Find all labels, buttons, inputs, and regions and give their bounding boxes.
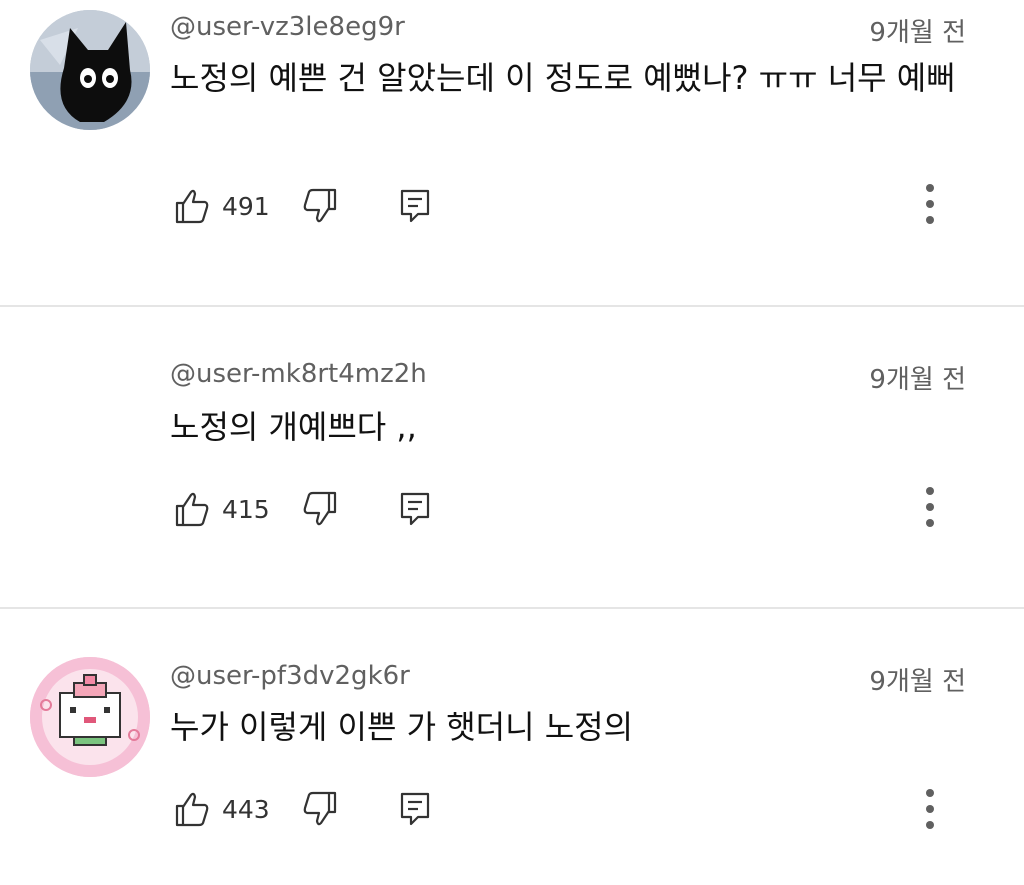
thumb-down-icon — [303, 491, 337, 526]
thumb-up-icon — [175, 189, 209, 224]
more-options-button[interactable] — [920, 182, 940, 226]
like-button[interactable] — [174, 789, 210, 829]
comment-text: 누가 이렇게 이쁜 가 햇더니 노정의 — [170, 708, 634, 746]
comment-thread: @user-pf3dv2gk6r 9개월 전 누가 이렇게 이쁜 가 햇더니 노… — [0, 609, 1024, 885]
reply-button[interactable] — [398, 489, 434, 529]
comment-time: 9개월 전 — [869, 365, 966, 395]
dislike-button[interactable] — [302, 789, 338, 829]
comment-actions: 415 — [170, 489, 970, 529]
comment-author[interactable]: @user-mk8rt4mz2h — [170, 359, 427, 389]
comment-time: 9개월 전 — [869, 667, 966, 697]
thumb-down-icon — [303, 188, 337, 223]
comment-time: 9개월 전 — [869, 18, 966, 48]
thumb-down-icon — [303, 791, 337, 826]
like-button[interactable] — [174, 489, 210, 529]
comment-thread: @user-mk8rt4mz2h 9개월 전 노정의 개예쁘다 ,, 415 — [0, 307, 1024, 607]
dislike-button[interactable] — [302, 186, 338, 226]
more-vert-icon — [926, 487, 934, 527]
reply-icon — [400, 189, 430, 223]
comment-text: 노정의 예쁜 건 알았는데 이 정도로 예뻤나? ㅠㅠ 너무 예뻐 — [170, 59, 956, 97]
reply-button[interactable] — [398, 789, 434, 829]
more-options-button[interactable] — [920, 485, 940, 529]
more-options-button[interactable] — [920, 787, 940, 831]
black-cat-avatar-icon — [30, 10, 150, 130]
more-vert-icon — [926, 184, 934, 224]
like-count: 491 — [222, 192, 270, 221]
dislike-button[interactable] — [302, 489, 338, 529]
thumb-up-icon — [175, 792, 209, 827]
thumb-up-icon — [175, 492, 209, 527]
avatar[interactable] — [30, 10, 150, 130]
pixel-peach-avatar-icon — [30, 657, 150, 777]
comment-thread: @user-vz3le8eg9r 9개월 전 노정의 예쁜 건 알았는데 이 정… — [0, 0, 1024, 305]
comment-actions: 491 — [170, 186, 970, 226]
comment-author[interactable]: @user-vz3le8eg9r — [170, 12, 405, 42]
comment-text: 노정의 개예쁘다 ,, — [170, 408, 417, 446]
like-count: 415 — [222, 495, 270, 524]
reply-button[interactable] — [398, 186, 434, 226]
reply-icon — [400, 492, 430, 526]
like-button[interactable] — [174, 186, 210, 226]
avatar[interactable] — [30, 657, 150, 777]
comment-actions: 443 — [170, 789, 970, 829]
like-count: 443 — [222, 795, 270, 824]
reply-icon — [400, 792, 430, 826]
more-vert-icon — [926, 789, 934, 829]
comment-author[interactable]: @user-pf3dv2gk6r — [170, 661, 410, 691]
